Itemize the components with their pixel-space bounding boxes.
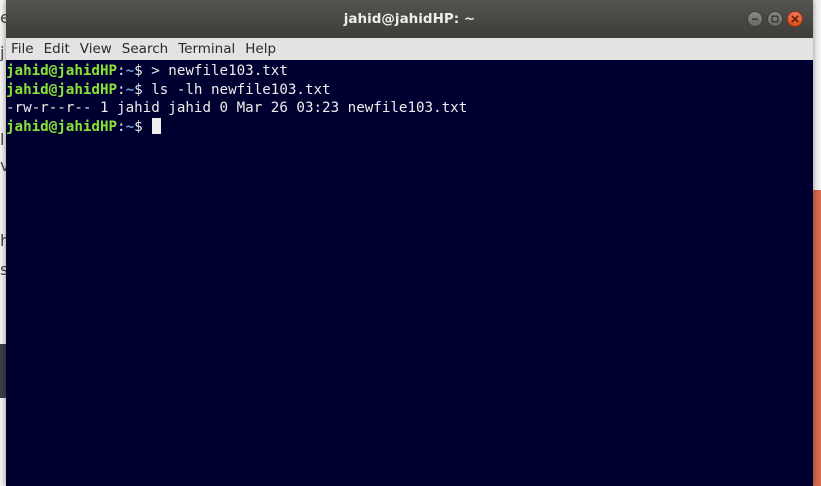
maximize-button[interactable]: [767, 11, 783, 27]
terminal-line: -rw-r--r-- 1 jahid jahid 0 Mar 26 03:23 …: [6, 99, 813, 118]
title-bar[interactable]: jahid@jahidHP: ~: [6, 0, 813, 38]
command-text: ls -lh newfile103.txt: [142, 81, 331, 98]
menu-edit[interactable]: Edit: [44, 41, 70, 57]
close-button[interactable]: [787, 11, 803, 27]
terminal-cursor: [152, 117, 162, 134]
command-text: > newfile103.txt: [142, 63, 288, 79]
prompt-symbol: $: [134, 118, 143, 135]
menu-view[interactable]: View: [80, 41, 112, 57]
window-controls: [747, 11, 803, 27]
terminal-line: jahid@jahidHP:~$ > newfile103.txt: [6, 62, 813, 81]
menu-file[interactable]: File: [11, 41, 34, 57]
prompt-path: ~: [125, 81, 135, 98]
prompt-symbol: $: [134, 81, 143, 98]
prompt-separator: :: [117, 63, 126, 79]
menu-search[interactable]: Search: [122, 41, 168, 57]
terminal-line: jahid@jahidHP:~$ ls -lh newfile103.txt: [6, 81, 813, 100]
menu-bar: File Edit View Search Terminal Help: [6, 38, 813, 60]
terminal-window: jahid@jahidHP: ~ File Edit View Search T…: [6, 0, 813, 486]
close-icon: [791, 15, 799, 23]
minimize-button[interactable]: [747, 11, 763, 27]
prompt-symbol: $: [134, 63, 143, 79]
prompt-user: jahid@jahidHP: [6, 63, 118, 79]
window-title: jahid@jahidHP: ~: [343, 11, 476, 27]
background-scroll-accent: [813, 190, 821, 486]
maximize-icon: [771, 15, 779, 23]
minimize-icon: [752, 18, 758, 21]
prompt-user: jahid@jahidHP: [6, 81, 118, 98]
prompt-user: jahid@jahidHP: [6, 118, 118, 135]
menu-help[interactable]: Help: [245, 41, 276, 57]
prompt-separator: :: [117, 118, 126, 135]
prompt-path: ~: [125, 118, 135, 135]
menu-terminal[interactable]: Terminal: [178, 41, 235, 57]
prompt-separator: :: [117, 81, 126, 98]
command-output: -rw-r--r-- 1 jahid jahid 0 Mar 26 03:23 …: [6, 100, 468, 117]
terminal-output[interactable]: jahid@jahidHP:~$ > newfile103.txt jahid@…: [6, 60, 813, 486]
terminal-line: jahid@jahidHP:~$: [6, 117, 813, 137]
command-text: [143, 119, 152, 135]
prompt-path: ~: [125, 63, 135, 79]
